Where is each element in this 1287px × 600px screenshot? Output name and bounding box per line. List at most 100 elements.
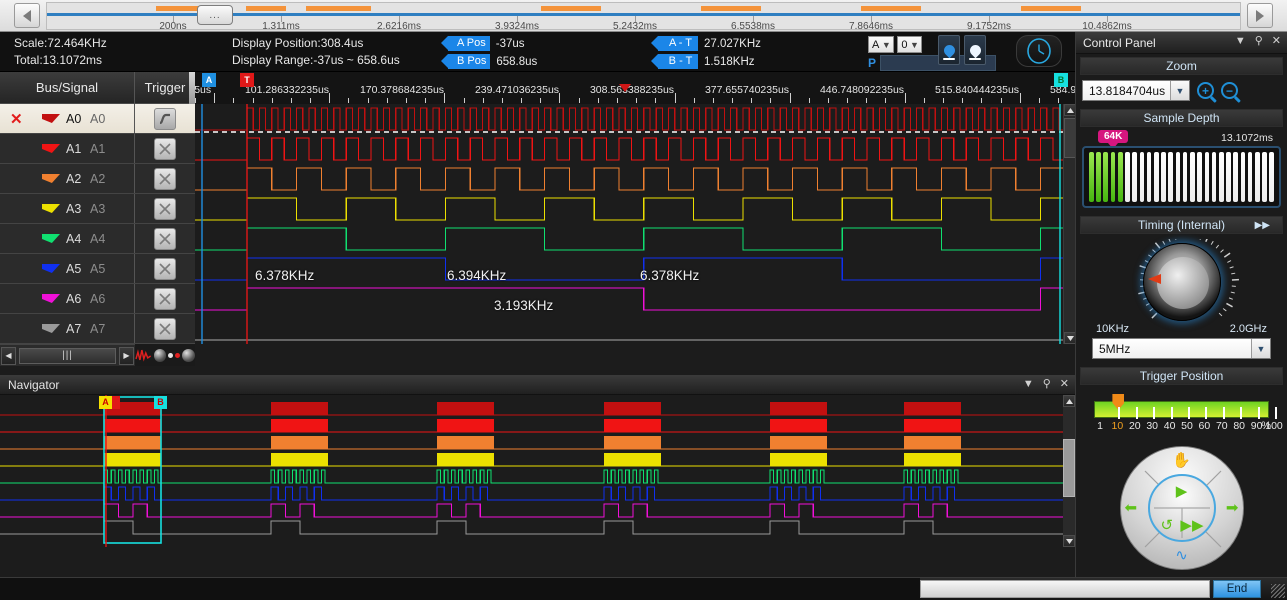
zoom-in-icon[interactable]: + bbox=[1197, 82, 1214, 99]
zoom-out-icon[interactable]: − bbox=[1221, 82, 1238, 99]
signal-name-cell[interactable]: A4 A4 bbox=[0, 224, 135, 253]
marker-select[interactable]: A ▼ bbox=[868, 36, 895, 53]
timing-value-combo[interactable]: 5MHz ▼ bbox=[1092, 338, 1271, 359]
trigger-edge-icon[interactable] bbox=[154, 107, 176, 130]
trigger-position-slider[interactable] bbox=[1094, 394, 1277, 419]
marker-b-tag[interactable]: B bbox=[1054, 73, 1068, 87]
signal-name-cell[interactable]: A7 A7 bbox=[0, 314, 135, 343]
chevron-down-icon[interactable]: ▼ bbox=[1170, 81, 1189, 100]
sample-depth-bar[interactable] bbox=[1255, 152, 1260, 202]
overview-timeline-bar[interactable]: 200ns 1.311ms 2.6216ms 3.9324ms 5.2432ms 6.55… bbox=[0, 0, 1287, 32]
dpad-inner-ring[interactable]: ▶ ↺ ▶▶ bbox=[1147, 474, 1216, 542]
trigger-none-icon[interactable] bbox=[154, 287, 176, 310]
sample-depth-bar[interactable] bbox=[1233, 152, 1238, 202]
signal-row-a0[interactable]: ✕ A0 A0 bbox=[0, 104, 195, 134]
sample-depth-bar[interactable] bbox=[1139, 152, 1145, 202]
trigger-cell[interactable] bbox=[135, 224, 195, 253]
trigger-none-icon[interactable] bbox=[154, 227, 176, 250]
pin-marker-b-button[interactable] bbox=[964, 35, 986, 65]
sample-depth-bar[interactable] bbox=[1211, 152, 1217, 202]
signal-name-cell[interactable]: A3 A3 bbox=[0, 194, 135, 223]
trigger-none-icon[interactable] bbox=[154, 197, 176, 220]
trigger-cell[interactable] bbox=[135, 194, 195, 223]
dpad-outer-ring[interactable]: ✋ ⬅ ➡ ∿ ▶ ↺ ▶▶ bbox=[1119, 446, 1244, 570]
signal-name-cell[interactable]: A5 A5 bbox=[0, 254, 135, 283]
sample-depth-bar[interactable] bbox=[1197, 152, 1202, 202]
zoom-value-combo[interactable]: 13.8184704us ▼ bbox=[1082, 80, 1190, 101]
overview-view-handle[interactable]: ... bbox=[197, 5, 233, 25]
marker-a-tag[interactable]: A bbox=[202, 73, 216, 87]
scroll-left-icon[interactable]: ◀ bbox=[1, 346, 16, 365]
sample-depth-bar[interactable] bbox=[1190, 152, 1195, 202]
signal-list-hscrollbar[interactable]: ◀ ||| ▶ bbox=[0, 344, 135, 366]
trigger-none-icon[interactable] bbox=[154, 137, 176, 160]
navigator-marker-b[interactable]: B bbox=[154, 396, 167, 409]
signal-row-a3[interactable]: A3 A3 bbox=[0, 194, 195, 224]
sample-depth-bar[interactable] bbox=[1132, 152, 1137, 202]
chevron-down-icon[interactable]: ▼ bbox=[1251, 339, 1270, 358]
double-chevron-right-icon[interactable]: ▶▶ bbox=[1255, 220, 1270, 231]
trigger-none-icon[interactable] bbox=[154, 257, 176, 280]
sample-depth-bar[interactable] bbox=[1089, 152, 1094, 202]
close-icon[interactable]: ✕ bbox=[1060, 377, 1069, 390]
sample-depth-bar[interactable] bbox=[1153, 152, 1159, 202]
navigator-marker-a[interactable]: A bbox=[99, 396, 112, 409]
signal-scroll-thumb[interactable]: ||| bbox=[19, 347, 116, 364]
signal-name-cell[interactable]: A6 A6 bbox=[0, 284, 135, 313]
sample-depth-bar[interactable] bbox=[1125, 152, 1130, 202]
trigger-cell[interactable] bbox=[135, 134, 195, 163]
navigator-canvas[interactable]: AB bbox=[0, 395, 1063, 547]
nav-scroll-down-icon[interactable] bbox=[1063, 535, 1075, 547]
navigation-dpad[interactable]: ✋ ⬅ ➡ ∿ ▶ ↺ ▶▶ bbox=[1076, 446, 1287, 570]
navigator-vscrollbar[interactable] bbox=[1063, 395, 1075, 547]
sample-depth-bar[interactable] bbox=[1117, 152, 1123, 202]
resize-grip-icon[interactable] bbox=[1271, 584, 1285, 598]
sample-depth-bar[interactable] bbox=[1175, 152, 1181, 202]
pin-marker-a-button[interactable] bbox=[938, 35, 960, 65]
trigger-cell[interactable] bbox=[135, 254, 195, 283]
sample-depth-bar[interactable] bbox=[1182, 152, 1188, 202]
sample-depth-bar[interactable] bbox=[1262, 152, 1267, 202]
trigger-none-icon[interactable] bbox=[154, 317, 176, 340]
sample-depth-bar[interactable] bbox=[1168, 152, 1174, 202]
signal-row-a1[interactable]: A1 A1 bbox=[0, 134, 195, 164]
signal-name-cell[interactable]: A2 A2 bbox=[0, 164, 135, 193]
sample-depth-bar[interactable] bbox=[1269, 152, 1275, 202]
sample-depth-bar[interactable] bbox=[1226, 152, 1231, 202]
index-select[interactable]: 0 ▼ bbox=[897, 36, 923, 53]
step-back-icon[interactable]: ⬅ bbox=[1125, 501, 1138, 516]
hand-icon[interactable]: ✋ bbox=[1172, 453, 1191, 468]
sample-depth-bar[interactable] bbox=[1204, 152, 1210, 202]
sample-depth-bar[interactable] bbox=[1218, 152, 1224, 202]
scroll-right-icon[interactable]: ▶ bbox=[119, 346, 134, 365]
settings-knob-2-icon[interactable] bbox=[182, 348, 195, 362]
chevron-down-icon[interactable]: ▼ bbox=[1023, 378, 1034, 390]
overview-scroll-left-button[interactable] bbox=[14, 3, 40, 28]
signal-row-a2[interactable]: A2 A2 bbox=[0, 164, 195, 194]
sample-depth-bar[interactable] bbox=[1240, 152, 1246, 202]
overview-track[interactable]: 200ns 1.311ms 2.6216ms 3.9324ms 5.2432ms 6.55… bbox=[46, 2, 1241, 32]
clock-button[interactable] bbox=[1016, 35, 1062, 67]
waveform-canvas[interactable]: 6.378KHz 6.394KHz 6.378KHz 3.193KHz bbox=[195, 104, 1063, 344]
trigger-cell[interactable] bbox=[135, 314, 195, 343]
waveform-vscrollbar[interactable] bbox=[1063, 104, 1076, 344]
timing-knob[interactable] bbox=[1142, 243, 1221, 321]
signal-row-a7[interactable]: A7 A7 bbox=[0, 314, 195, 344]
timeline-ruler[interactable]: 32.193980235us101.286332235us170.3786842… bbox=[195, 72, 1075, 104]
step-forward-icon[interactable]: ➡ bbox=[1226, 501, 1239, 516]
nav-scroll-up-icon[interactable] bbox=[1063, 395, 1075, 407]
trigger-position-marker-icon[interactable] bbox=[619, 84, 631, 92]
signal-tools-strip[interactable] bbox=[135, 344, 195, 366]
signal-row-a5[interactable]: A5 A5 bbox=[0, 254, 195, 284]
frequency-hz-icon[interactable]: ∿ bbox=[1175, 548, 1188, 563]
overview-scroll-right-button[interactable] bbox=[1247, 3, 1273, 28]
signal-name-cell[interactable]: ✕ A0 A0 bbox=[0, 104, 135, 133]
chevron-down-icon[interactable]: ▼ bbox=[1235, 35, 1246, 47]
trigger-tag[interactable]: T bbox=[240, 73, 254, 87]
trigger-cell[interactable] bbox=[135, 284, 195, 313]
sample-depth-bar[interactable] bbox=[1146, 152, 1152, 202]
signal-name-cell[interactable]: A1 A1 bbox=[0, 134, 135, 163]
pin-icon[interactable]: ⚲ bbox=[1255, 34, 1263, 47]
sample-depth-bar[interactable] bbox=[1110, 152, 1116, 202]
play-icon[interactable]: ▶ bbox=[1176, 484, 1188, 499]
